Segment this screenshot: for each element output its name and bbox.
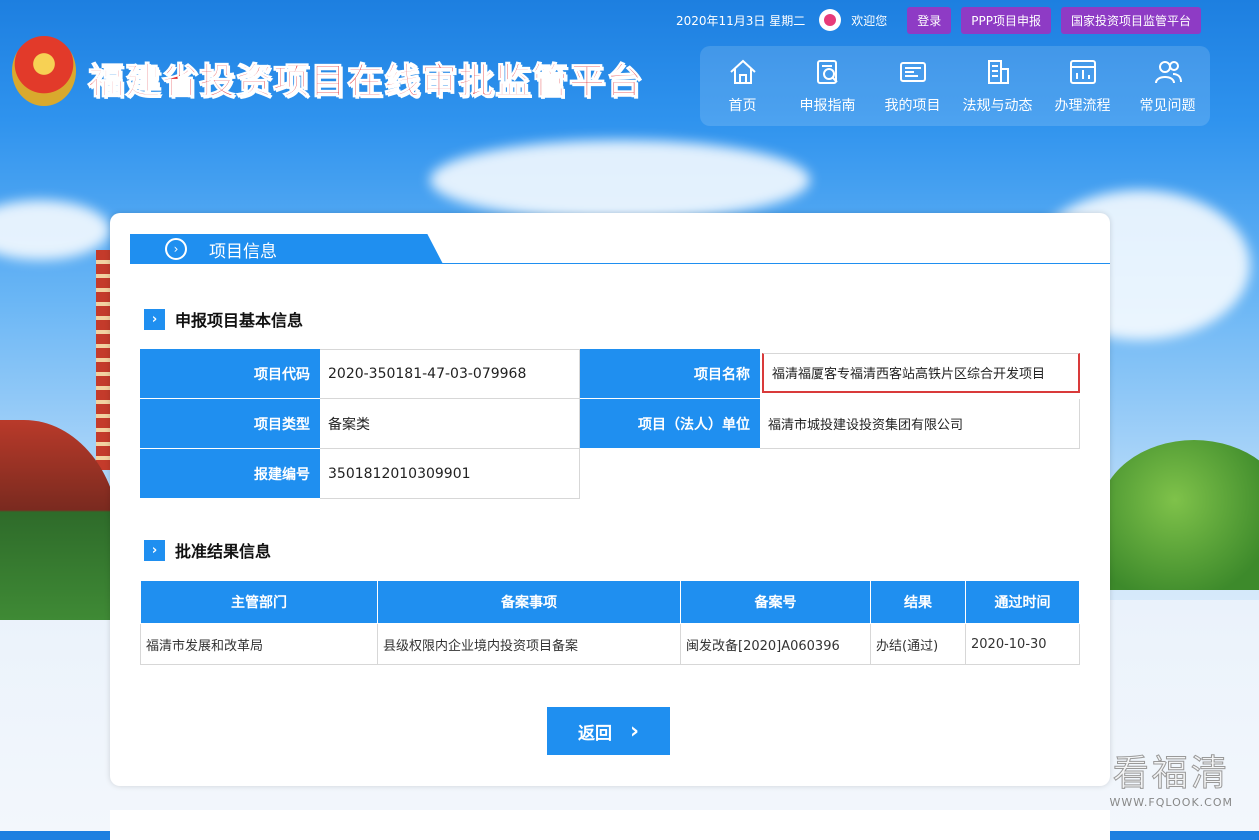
nav-label: 法规与动态 [962,98,1033,114]
nav-label: 申报指南 [799,98,856,114]
building-icon [987,60,1009,84]
lower-panel-edge [110,810,1110,840]
build-number-label: 报建编号 [140,449,320,499]
project-unit-value: 福清市城投建设投资集团有限公司 [760,399,1080,449]
table-cell: 县级权限内企业境内投资项目备案 [377,623,681,665]
table-row: 福清市发展和改革局 县级权限内企业境内投资项目备案 闽发改备[2020]A060… [140,623,1080,665]
watermark: 看福清 WWW.FQLOOK.COM [1109,744,1233,810]
tower-decoration [96,250,110,470]
section-arrow-icon: › [144,308,165,330]
section-title-text: 批准结果信息 [175,542,272,561]
ppp-declare-button[interactable]: PPP项目申报 [961,6,1051,34]
basic-info-grid: 项目代码 2020-350181-47-03-079968 项目名称 福清福厦客… [140,349,1080,499]
project-unit-label: 项目（法人）单位 [580,399,760,449]
result-section-title: › 批准结果信息 [144,538,271,562]
project-code-value: 2020-350181-47-03-079968 [320,349,580,399]
users-icon [1154,61,1182,84]
nav-label: 首页 [728,98,757,114]
section-title-text: 申报项目基本信息 [175,311,304,330]
cloud-decoration [0,200,110,260]
home-icon [729,59,756,84]
table-cell: 办结(通过) [870,623,966,665]
build-number-value: 3501812010309901 [320,449,580,499]
column-header: 结果 [870,580,966,624]
section-arrow-icon: › [144,539,165,561]
project-info-panel: › 项目信息 › 申报项目基本信息 项目代码 2020-350181-47-03… [110,213,1110,786]
nav-label: 常见问题 [1139,98,1196,114]
current-date: 2020年11月3日 星期二 [675,13,806,28]
table-cell: 2020-10-30 [965,623,1080,665]
project-name-value: 福清福厦客专福清西客站高铁片区综合开发项目 [762,353,1080,393]
project-name-label: 项目名称 [580,349,760,399]
chevron-right-icon: › [629,718,640,744]
project-type-label: 项目类型 [140,399,320,449]
welcome-text: 欢迎您 [851,13,888,28]
watermark-text: 看福清 [1112,753,1230,795]
nav-item-my-projects[interactable]: 我的项目 [870,46,955,126]
project-type-value: 备案类 [320,399,580,449]
nav-item-faq[interactable]: 常见问题 [1125,46,1210,126]
info-row: 报建编号 3501812010309901 [140,449,1080,499]
login-button[interactable]: 登录 [907,6,952,34]
watermark-url: WWW.FQLOOK.COM [1109,796,1233,809]
trees-decoration [1099,440,1259,590]
back-button-label: 返回 [577,723,612,744]
info-row: 项目类型 备案类 项目（法人）单位 福清市城投建设投资集团有限公司 [140,399,1080,449]
info-row: 项目代码 2020-350181-47-03-079968 项目名称 福清福厦客… [140,349,1080,399]
nav-label: 我的项目 [884,98,941,114]
column-header: 通过时间 [965,580,1080,624]
table-header-row: 主管部门 备案事项 备案号 结果 通过时间 [140,580,1080,624]
table-cell: 闽发改备[2020]A060396 [680,623,871,665]
guide-icon [816,60,838,84]
project-code-label: 项目代码 [140,349,320,399]
site-title: 福建省投资项目在线审批监管平台 [87,60,644,102]
basic-info-section-title: › 申报项目基本信息 [144,307,303,331]
national-emblem-icon: ★ [12,36,76,106]
cloud-decoration [430,140,810,220]
nav-item-home[interactable]: 首页 [700,46,785,126]
user-icon [819,9,842,31]
national-platform-button[interactable]: 国家投资项目监管平台 [1060,6,1201,34]
column-header: 备案事项 [377,580,681,624]
table-cell: 福清市发展和改革局 [140,623,378,665]
nav-item-process[interactable]: 办理流程 [1040,46,1125,126]
tab-project-info: › 项目信息 [130,234,443,264]
project-icon [899,62,926,82]
nav-label: 办理流程 [1054,98,1111,114]
column-header: 主管部门 [140,580,378,624]
approval-result-table: 主管部门 备案事项 备案号 结果 通过时间 福清市发展和改革局 县级权限内企业境… [140,580,1080,665]
main-nav: 首页 申报指南 我的项目 法规与动态 办理流程 常见问题 [700,46,1210,126]
back-button[interactable]: 返回 › [547,707,670,755]
column-header: 备案号 [680,580,871,624]
nav-item-regulations[interactable]: 法规与动态 [955,46,1040,126]
chevron-circle-icon: › [165,238,187,260]
top-bar: 2020年11月3日 星期二 欢迎您 登录 PPP项目申报 国家投资项目监管平台 [675,6,1201,34]
tab-title: 项目信息 [209,241,277,262]
process-icon [1069,60,1096,84]
nav-item-guide[interactable]: 申报指南 [785,46,870,126]
